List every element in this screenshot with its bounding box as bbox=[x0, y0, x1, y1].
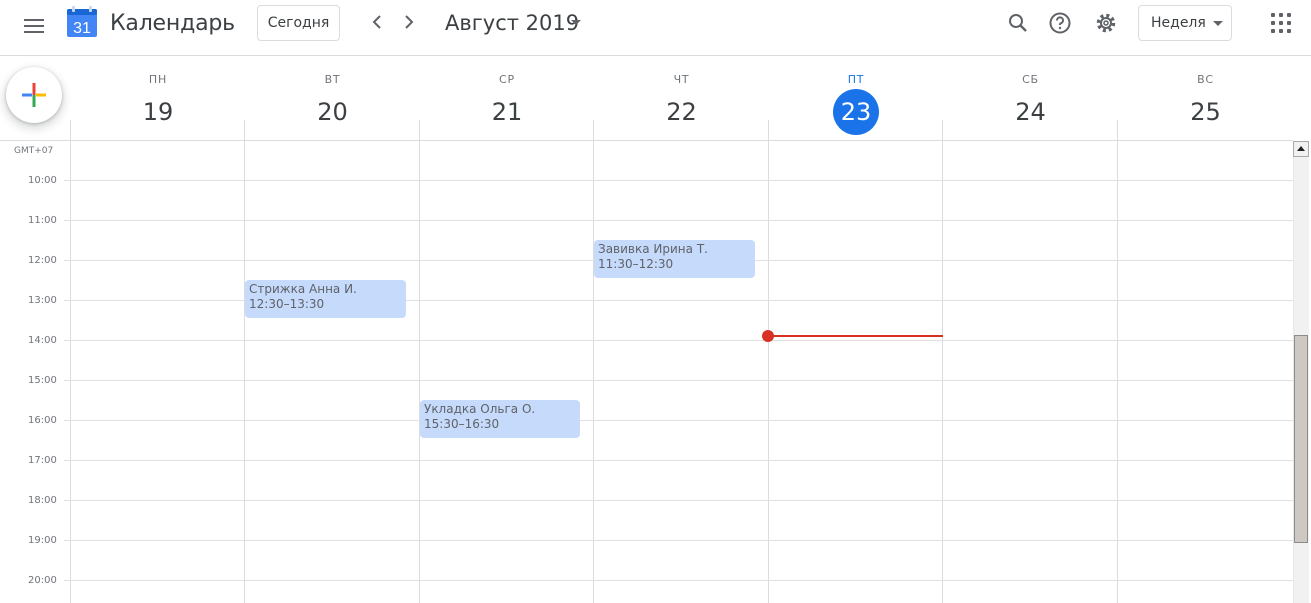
view-selector[interactable]: Неделя bbox=[1138, 5, 1232, 41]
view-selector-label: Неделя bbox=[1151, 15, 1206, 31]
settings-gear-icon[interactable] bbox=[1094, 11, 1118, 35]
hour-label: 16:00 bbox=[28, 415, 57, 426]
day-of-week: СБ bbox=[1022, 73, 1039, 86]
prev-week-button[interactable] bbox=[365, 10, 389, 34]
hour-gridline bbox=[64, 180, 1293, 181]
day-number[interactable]: 24 bbox=[1008, 89, 1054, 135]
hour-label: 17:00 bbox=[28, 455, 57, 466]
event-title: Укладка Ольга О. bbox=[424, 402, 536, 416]
hour-gridline bbox=[64, 420, 1293, 421]
hour-gridline bbox=[64, 540, 1293, 541]
scrollbar-thumb[interactable] bbox=[1294, 335, 1308, 543]
current-time-line bbox=[768, 335, 943, 337]
help-icon[interactable] bbox=[1048, 11, 1072, 35]
view-dropdown-caret-icon bbox=[1213, 21, 1223, 26]
hour-gridline bbox=[64, 380, 1293, 381]
column-divider bbox=[419, 120, 420, 603]
column-divider bbox=[70, 120, 71, 603]
day-of-week: ПТ bbox=[847, 73, 865, 86]
hour-label: 13:00 bbox=[28, 295, 57, 306]
timezone-label: GMT+07 bbox=[14, 146, 54, 156]
day-header-sat[interactable]: СБ 24 bbox=[943, 56, 1118, 140]
hour-label: 20:00 bbox=[28, 575, 57, 586]
plus-icon bbox=[22, 83, 46, 107]
day-of-week: СР bbox=[499, 73, 515, 86]
day-header-fri[interactable]: ПТ 23 bbox=[769, 56, 943, 140]
column-divider bbox=[942, 120, 943, 603]
next-week-button[interactable] bbox=[397, 10, 421, 34]
day-header-wed[interactable]: СР 21 bbox=[420, 56, 594, 140]
event-title: Завивка Ирина Т. bbox=[598, 242, 708, 256]
event-time: 12:30–13:30 bbox=[249, 297, 325, 311]
hour-label: 15:00 bbox=[28, 375, 57, 386]
chevron-right-icon bbox=[405, 15, 414, 29]
day-header-sun[interactable]: ВС 25 bbox=[1118, 56, 1293, 140]
app-title: Календарь bbox=[110, 11, 235, 36]
day-of-week: ВТ bbox=[324, 73, 341, 86]
hour-gridline bbox=[64, 500, 1293, 501]
hour-label: 14:00 bbox=[28, 335, 57, 346]
hour-gridline bbox=[64, 460, 1293, 461]
current-time-dot bbox=[762, 330, 774, 342]
event-chip[interactable]: Завивка Ирина Т. 11:30–12:30 bbox=[594, 240, 755, 278]
menu-icon[interactable] bbox=[22, 14, 46, 38]
day-number[interactable]: 19 bbox=[135, 89, 181, 135]
header-divider bbox=[0, 140, 1293, 141]
day-number[interactable]: 25 bbox=[1183, 89, 1229, 135]
day-of-week: ПН bbox=[148, 73, 168, 86]
current-month-label[interactable]: Август 2019 bbox=[445, 11, 579, 35]
hour-label: 12:00 bbox=[28, 255, 57, 266]
top-app-bar: 31 Календарь Сегодня Август 2019 Неделя bbox=[0, 0, 1311, 56]
event-chip[interactable]: Укладка Ольга О. 15:30–16:30 bbox=[420, 400, 580, 438]
event-time: 15:30–16:30 bbox=[424, 417, 500, 431]
day-number-today[interactable]: 23 bbox=[833, 89, 879, 135]
month-dropdown-caret-icon[interactable] bbox=[571, 20, 581, 25]
day-number[interactable]: 21 bbox=[484, 89, 530, 135]
day-of-week: ЧТ bbox=[673, 73, 690, 86]
day-header-thu[interactable]: ЧТ 22 bbox=[594, 56, 769, 140]
hour-label: 18:00 bbox=[28, 495, 57, 506]
calendar-logo-icon[interactable]: 31 bbox=[66, 6, 98, 38]
hour-gridline bbox=[64, 580, 1293, 581]
day-of-week: ВС bbox=[1197, 73, 1214, 86]
apps-grid-icon[interactable] bbox=[1271, 13, 1291, 33]
day-number[interactable]: 20 bbox=[310, 89, 356, 135]
event-chip[interactable]: Стрижка Анна И. 12:30–13:30 bbox=[245, 280, 406, 318]
column-divider bbox=[768, 120, 769, 603]
hour-gridline bbox=[64, 340, 1293, 341]
day-header-mon[interactable]: ПН 19 bbox=[71, 56, 245, 140]
chevron-left-icon bbox=[372, 15, 381, 29]
column-divider bbox=[1117, 120, 1118, 603]
column-divider bbox=[244, 120, 245, 603]
day-number[interactable]: 22 bbox=[659, 89, 705, 135]
day-header-tue[interactable]: ВТ 20 bbox=[245, 56, 420, 140]
event-time: 11:30–12:30 bbox=[598, 257, 674, 271]
column-divider bbox=[593, 120, 594, 603]
event-title: Стрижка Анна И. bbox=[249, 282, 357, 296]
today-button[interactable]: Сегодня bbox=[257, 5, 340, 41]
hour-label: 19:00 bbox=[28, 535, 57, 546]
logo-day-number: 31 bbox=[73, 20, 91, 37]
search-icon[interactable] bbox=[1006, 11, 1030, 35]
create-event-button[interactable] bbox=[6, 67, 62, 123]
hour-gridline bbox=[64, 220, 1293, 221]
hour-label: 10:00 bbox=[28, 175, 57, 186]
hour-label: 11:00 bbox=[28, 215, 57, 226]
scroll-up-arrow-icon[interactable] bbox=[1293, 141, 1309, 157]
